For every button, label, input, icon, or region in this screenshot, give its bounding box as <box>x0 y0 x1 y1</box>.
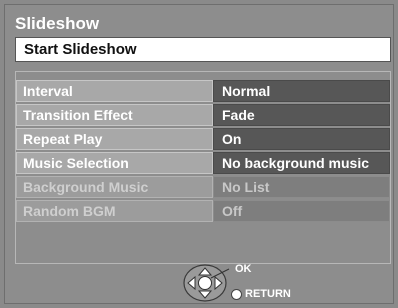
setting-label: Background Music <box>16 176 213 198</box>
setting-label: Music Selection <box>16 152 213 174</box>
setting-value-transition-effect[interactable]: Fade <box>213 104 390 126</box>
setting-label: Transition Effect <box>16 104 213 126</box>
setting-value-music-selection[interactable]: No background music <box>213 152 390 174</box>
settings-list: Interval Normal Transition Effect Fade R… <box>15 71 391 264</box>
ok-label: OK <box>235 263 252 275</box>
setting-row-random-bgm: Random BGM Off <box>16 200 390 222</box>
return-button-icon <box>231 288 242 300</box>
setting-value-repeat-play[interactable]: On <box>213 128 390 150</box>
setting-row-repeat-play[interactable]: Repeat Play On <box>16 128 390 150</box>
slideshow-panel: Slideshow Start Slideshow Interval Norma… <box>4 4 394 304</box>
setting-label: Interval <box>16 80 213 102</box>
return-label: RETURN <box>245 288 291 300</box>
setting-value-random-bgm: Off <box>213 200 390 222</box>
setting-row-interval[interactable]: Interval Normal <box>16 80 390 102</box>
page-title: Slideshow <box>15 14 100 33</box>
return-hint: RETURN <box>231 287 291 301</box>
start-slideshow-button[interactable]: Start Slideshow <box>15 37 391 62</box>
dpad-ok-icon <box>183 264 230 302</box>
setting-value-interval[interactable]: Normal <box>213 80 390 102</box>
setting-row-transition-effect[interactable]: Transition Effect Fade <box>16 104 390 126</box>
setting-label: Random BGM <box>16 200 213 222</box>
setting-row-music-selection[interactable]: Music Selection No background music <box>16 152 390 174</box>
setting-row-background-music: Background Music No List <box>16 176 390 198</box>
setting-value-background-music: No List <box>213 176 390 198</box>
setting-label: Repeat Play <box>16 128 213 150</box>
